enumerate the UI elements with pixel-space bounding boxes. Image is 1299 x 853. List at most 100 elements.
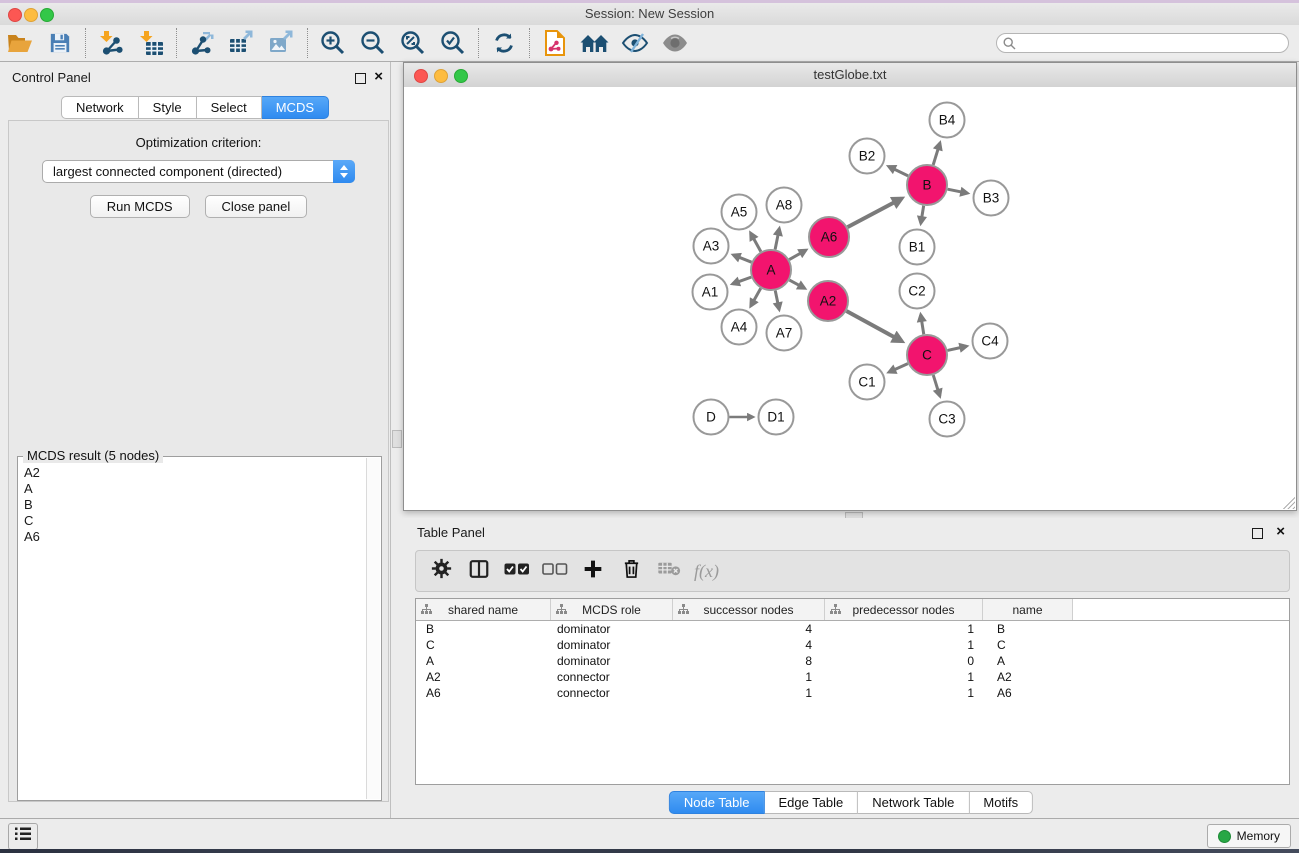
table-row[interactable]: Adominator80A (416, 653, 1289, 669)
edge-B-B4[interactable] (933, 143, 940, 165)
delete-table-icon (657, 561, 681, 582)
cell-successor_nodes: 4 (672, 621, 824, 637)
deselect-all-button[interactable] (536, 553, 574, 589)
run-mcds-button[interactable]: Run MCDS (90, 195, 190, 218)
list-item[interactable]: A2 (19, 465, 366, 481)
table-close-icon[interactable]: × (1276, 523, 1285, 541)
edge-A-A2[interactable] (789, 280, 804, 288)
column-header-successor-nodes[interactable]: successor nodes (672, 599, 824, 620)
close-panel-button[interactable]: Close panel (205, 195, 308, 218)
delete-table-button[interactable] (650, 553, 688, 589)
tab-style[interactable]: Style (139, 96, 197, 119)
list-item[interactable]: C (19, 513, 366, 529)
edge-A-A8[interactable] (775, 229, 779, 250)
level-of-detail-button[interactable] (655, 27, 695, 59)
zoom-in-button[interactable] (313, 27, 353, 59)
edge-A-A4[interactable] (751, 288, 761, 306)
add-column-button[interactable] (574, 553, 612, 589)
table-row[interactable]: Bdominator41B (416, 621, 1289, 637)
clone-network-button[interactable] (535, 27, 575, 59)
column-header-MCDS-role[interactable]: MCDS role (550, 599, 672, 620)
node-label-A2: A2 (820, 294, 837, 309)
edge-C-C3[interactable] (933, 375, 940, 396)
trash-icon (622, 558, 641, 584)
table-tab-edge-table[interactable]: Edge Table (764, 791, 858, 814)
node-label-C1: C1 (858, 375, 875, 390)
zoom-out-button[interactable] (353, 27, 393, 59)
column-header-name[interactable]: name (982, 599, 1072, 620)
zoom-selected-button[interactable] (433, 27, 473, 59)
edge-C-C1[interactable] (889, 364, 908, 372)
search-input[interactable] (996, 33, 1289, 53)
edge-A-A6[interactable] (789, 250, 806, 259)
table-settings-button[interactable] (422, 553, 460, 589)
table-tab-node-table[interactable]: Node Table (669, 791, 765, 814)
optimization-criterion-label: Optimization criterion: (9, 135, 388, 150)
table-tab-network-table[interactable]: Network Table (858, 791, 969, 814)
edge-A-A1[interactable] (733, 277, 752, 284)
table-row[interactable]: Cdominator41C (416, 637, 1289, 653)
export-image-button[interactable] (262, 27, 302, 59)
list-icon (14, 826, 32, 847)
import-network-button[interactable] (91, 27, 131, 59)
export-network-icon (189, 30, 215, 56)
optimization-dropdown[interactable]: largest connected component (directed) (42, 160, 355, 183)
cell-shared_name: C (416, 637, 550, 653)
table-tab-motifs[interactable]: Motifs (969, 791, 1033, 814)
table-toolbar: f(x) (415, 550, 1290, 592)
apply-layout-button[interactable] (484, 27, 524, 59)
mcds-result-group: MCDS result (5 nodes) A2ABCA6 (17, 456, 382, 801)
float-panel-icon[interactable] (355, 73, 366, 84)
node-label-B4: B4 (939, 113, 956, 128)
double-home-button[interactable] (575, 27, 615, 59)
table-row[interactable]: A6connector11A6 (416, 685, 1289, 701)
close-panel-icon[interactable]: × (374, 68, 383, 86)
export-table-button[interactable] (222, 27, 262, 59)
show-column-button[interactable] (460, 553, 498, 589)
edge-A6-B[interactable] (848, 198, 902, 227)
cell-predecessor_nodes: 1 (824, 685, 982, 701)
network-window-titlebar[interactable]: testGlobe.txt (404, 63, 1296, 88)
network-graph[interactable]: B4B2BB3A5A8A6A3AB1A1C2A2A4A7CC4C1DD1C3 (404, 87, 1296, 510)
delete-column-button[interactable] (612, 553, 650, 589)
edge-B-B3[interactable] (948, 189, 968, 193)
zoom-fit-button[interactable] (393, 27, 433, 59)
tab-network[interactable]: Network (61, 96, 139, 119)
node-label-A7: A7 (776, 326, 793, 341)
tab-mcds[interactable]: MCDS (262, 96, 329, 119)
save-session-button[interactable] (40, 27, 80, 59)
column-header-predecessor-nodes[interactable]: predecessor nodes (824, 599, 982, 620)
edge-A-A7[interactable] (775, 291, 779, 310)
table-row[interactable]: A2connector11A2 (416, 669, 1289, 685)
edge-A2-C[interactable] (846, 311, 901, 341)
edge-B-B1[interactable] (921, 206, 924, 223)
edge-C-C4[interactable] (947, 346, 966, 350)
command-list-button[interactable] (8, 823, 38, 850)
graph-nodes: B4B2BB3A5A8A6A3AB1A1C2A2A4A7CC4C1DD1C3 (693, 103, 1009, 437)
mcds-list-scrollbar[interactable] (366, 458, 380, 799)
list-item[interactable]: B (19, 497, 366, 513)
memory-button[interactable]: Memory (1207, 824, 1291, 848)
function-builder-button[interactable]: f(x) (694, 561, 719, 582)
edge-A-A3[interactable] (733, 255, 751, 262)
import-table-icon (138, 30, 164, 56)
cell-mcds_role: dominator (550, 621, 672, 637)
cell-mcds_role: dominator (550, 653, 672, 669)
export-table-icon (229, 30, 255, 56)
list-item[interactable]: A (19, 481, 366, 497)
list-item[interactable]: A6 (19, 529, 366, 545)
edge-C-C2[interactable] (921, 315, 924, 334)
table-float-icon[interactable] (1252, 528, 1263, 539)
hide-graphics-button[interactable] (615, 27, 655, 59)
edge-A-A5[interactable] (751, 233, 761, 252)
vertical-divider-handle[interactable] (392, 430, 402, 448)
open-session-button[interactable] (0, 27, 40, 59)
column-header-shared-name[interactable]: shared name (416, 599, 550, 620)
toolbar-separator (529, 28, 530, 58)
select-all-button[interactable] (498, 553, 536, 589)
import-table-button[interactable] (131, 27, 171, 59)
export-network-button[interactable] (182, 27, 222, 59)
edge-B-B2[interactable] (889, 166, 908, 175)
window-resize-grip[interactable] (1283, 497, 1295, 509)
tab-select[interactable]: Select (197, 96, 262, 119)
